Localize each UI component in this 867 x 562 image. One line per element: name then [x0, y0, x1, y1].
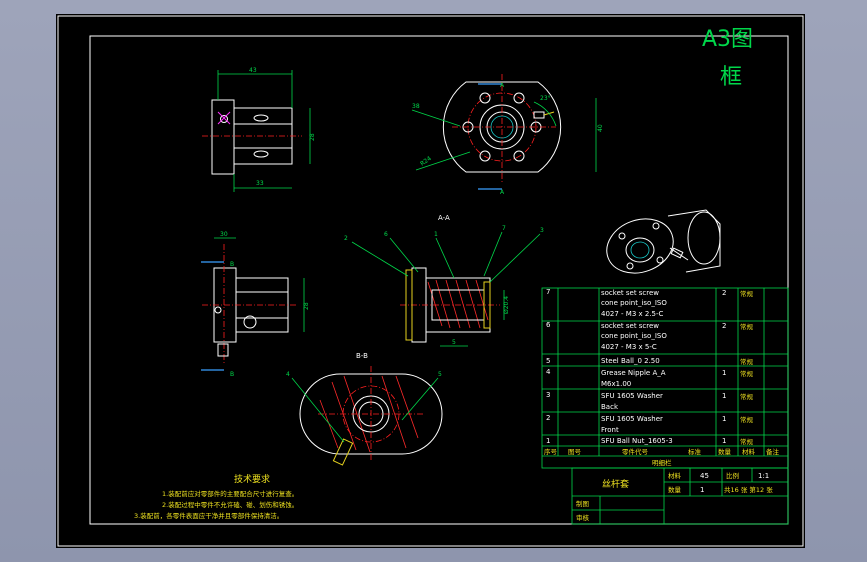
bom-row-7-name-2: cone point_iso_ISO — [601, 299, 667, 307]
bom-row-2-note: 常规 — [740, 415, 754, 424]
bom-row-5-note: 常规 — [740, 357, 754, 366]
dim-angle: 23° — [540, 95, 551, 102]
dim-flange-dia: 38 — [412, 103, 420, 110]
bom-header-standard: 标准 — [688, 447, 702, 456]
flange-end-view: A A 38 R24 23° 40 — [411, 74, 604, 196]
bom-row-3-note: 常规 — [740, 392, 754, 401]
title-material-label: 材料 — [668, 471, 682, 480]
title-check-label: 审核 — [576, 513, 590, 522]
dim-front-width: 43 — [249, 67, 257, 74]
cad-viewer-background[interactable]: A3图 框 43 33 28 A A 38 R24 23° 40 B B 30 … — [0, 0, 867, 562]
bom-row-7-note: 常规 — [740, 289, 754, 298]
bom-row-4-no: 4 — [546, 368, 551, 376]
frame-title-line-1: A3图 — [702, 27, 753, 52]
balloon-aa-6: 6 — [384, 231, 388, 238]
bom-row-4-note: 常规 — [740, 369, 754, 378]
bom-row-5-name-1: Steel Ball_0 2.50 — [601, 357, 660, 365]
bom-row-3-name-2: Back — [601, 403, 619, 411]
bill-of-materials: 7 socket set screw cone point_iso_ISO 40… — [541, 287, 789, 469]
bom-row-4-qty: 1 — [722, 369, 726, 377]
bom-row-6-name-3: 4027 - M3 x 5-C — [601, 343, 657, 351]
dim-aa-bottom: 5 — [452, 339, 456, 346]
bom-row-2-name-2: Front — [601, 426, 619, 434]
section-aa-label: A-A — [438, 214, 450, 222]
bom-row-6-note: 常规 — [740, 322, 754, 331]
bom-row-7-name-1: socket set screw — [601, 289, 659, 297]
bom-row-7-name-3: 4027 - M3 x 2.5-C — [601, 310, 664, 318]
bom-header-qty: 数量 — [718, 447, 732, 456]
section-a-top: A — [500, 82, 505, 89]
dim-front-height: 28 — [309, 133, 316, 141]
frame-title-line-2: 框 — [720, 65, 742, 90]
bom-row-6-no: 6 — [546, 321, 551, 329]
dim-radius: R24 — [419, 155, 433, 168]
inner-frame — [89, 35, 789, 525]
title-qty-value: 1 — [700, 486, 704, 494]
bom-row-4-name-1: Grease Nipple A_A — [601, 369, 666, 377]
dim-flange-height: 40 — [597, 124, 604, 132]
section-aa-view: A-A Ø20.4 5 2 6 1 7 3 — [344, 214, 544, 347]
bom-row-6-name-1: socket set screw — [601, 322, 659, 330]
balloon-aa-3: 3 — [540, 227, 544, 234]
bom-row-7-qty: 2 — [722, 289, 726, 297]
bom-row-6-qty: 2 — [722, 322, 726, 330]
title-sheets: 共16 张 第12 张 — [724, 485, 773, 494]
title-scale-label: 比例 — [726, 471, 739, 480]
bom-row-3-name-1: SFU 1605 Washer — [601, 392, 663, 400]
section-a-bottom: A — [500, 189, 505, 196]
front-view: 43 33 28 — [202, 67, 316, 192]
bom-row-2-name-1: SFU 1605 Washer — [601, 415, 663, 423]
dim-side-height: 28 — [303, 302, 310, 310]
bom-row-1-note: 常规 — [740, 437, 754, 446]
tech-req-line-1: 1.装配前应对零部件的主要配合尺寸进行复查。 — [162, 489, 298, 498]
balloon-aa-7: 7 — [502, 225, 506, 232]
drawing-canvas: A3图 框 43 33 28 A A 38 R24 23° 40 B B 30 … — [57, 15, 804, 547]
isometric-view — [606, 209, 721, 274]
bom-row-3-qty: 1 — [722, 392, 726, 400]
side-view: B B 30 28 — [201, 231, 310, 378]
bom-row-5-no: 5 — [546, 357, 550, 365]
balloon-bb-5: 5 — [438, 371, 442, 378]
bom-header-note: 备注 — [766, 447, 780, 456]
section-bb-label: B-B — [356, 352, 368, 360]
bom-row-1-qty: 1 — [722, 437, 726, 445]
title-scale-value: 1:1 — [758, 472, 769, 480]
bom-row-1-name-1: SFU Ball Nut_1605-3 — [601, 437, 673, 445]
bom-header-no: 序号 — [544, 447, 558, 456]
balloon-aa-1: 1 — [434, 231, 438, 238]
bom-row-4-name-2: M6x1.00 — [601, 380, 631, 388]
tech-req-line-2: 2.装配过程中零件不允许磕、碰、划伤和锈蚀。 — [162, 500, 298, 509]
title-drawn-label: 制图 — [576, 499, 589, 508]
dim-aa-dia: Ø20.4 — [503, 296, 510, 314]
bom-header-drawing: 图号 — [568, 448, 582, 456]
section-b-bottom: B — [230, 371, 234, 378]
outer-frame — [57, 15, 804, 547]
bom-header-code: 零件代号 — [622, 447, 649, 456]
dim-side-top: 30 — [220, 231, 228, 238]
bom-row-7-no: 7 — [546, 288, 550, 296]
balloon-aa-2: 2 — [344, 235, 348, 242]
tech-req-line-3: 3.装配前，各零件表面应干净并且零部件保持清洁。 — [134, 511, 283, 520]
bom-row-2-no: 2 — [546, 414, 550, 422]
section-bb-view: B-B 4 5 — [286, 352, 443, 466]
title-qty-label: 数量 — [668, 485, 682, 494]
title-part-name: 丝杆套 — [602, 478, 629, 490]
dim-front-lower: 33 — [256, 180, 264, 187]
section-b-top: B — [230, 261, 234, 268]
bom-row-6-name-2: cone point_iso_ISO — [601, 332, 667, 340]
bom-row-1-no: 1 — [546, 437, 550, 445]
title-material-value: 45 — [700, 472, 709, 480]
drawing-sheet[interactable]: A3图 框 43 33 28 A A 38 R24 23° 40 B B 30 … — [56, 14, 805, 548]
bom-header-material: 材料 — [742, 447, 756, 456]
balloon-bb-4: 4 — [286, 371, 290, 378]
tech-req-title: 技术要求 — [234, 473, 270, 485]
bom-caption: 明细栏 — [652, 458, 672, 467]
bom-row-2-qty: 1 — [722, 415, 726, 423]
title-block: 丝杆套 材料 45 比例 1:1 数量 1 共16 张 第12 张 制图 审核 — [571, 467, 789, 525]
bom-row-3-no: 3 — [546, 391, 550, 399]
technical-requirements: 技术要求 1.装配前应对零部件的主要配合尺寸进行复查。 2.装配过程中零件不允许… — [134, 473, 298, 520]
